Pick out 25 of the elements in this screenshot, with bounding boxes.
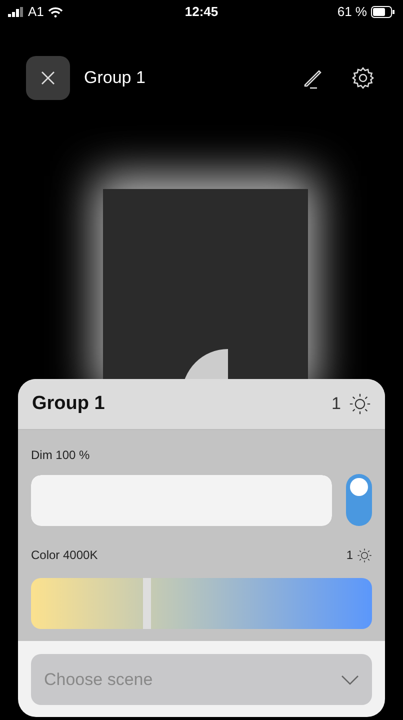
- dim-label: Dim 100 %: [31, 447, 91, 464]
- slider-thumb[interactable]: [142, 578, 151, 629]
- wifi-icon: [48, 6, 63, 18]
- battery-icon: [371, 6, 395, 18]
- power-toggle[interactable]: [346, 474, 372, 526]
- sun-icon: [357, 548, 372, 562]
- settings-icon: [351, 66, 375, 90]
- color-label: Color 4000K: [31, 547, 99, 564]
- panel-title: Group 1: [32, 392, 106, 416]
- color-light-count: 1: [346, 547, 353, 564]
- battery-percent: 61 %: [337, 3, 367, 22]
- close-icon: [40, 70, 56, 86]
- color-temperature-slider[interactable]: [31, 578, 372, 629]
- scene-field[interactable]: Choose scene: [44, 666, 341, 692]
- scene-dropdown[interactable]: Choose scene: [31, 654, 372, 705]
- close-button[interactable]: [26, 56, 70, 100]
- light-count: 1: [332, 393, 341, 416]
- header-title: Group 1: [84, 67, 146, 90]
- sun-icon: [349, 393, 371, 415]
- carrier-name: A1: [28, 3, 44, 22]
- toggle-knob: [350, 478, 368, 496]
- chevron-down-icon: [341, 674, 359, 684]
- signal-icon: [8, 7, 24, 17]
- clock-time: 12:45: [184, 3, 218, 22]
- dim-slider[interactable]: [31, 474, 332, 526]
